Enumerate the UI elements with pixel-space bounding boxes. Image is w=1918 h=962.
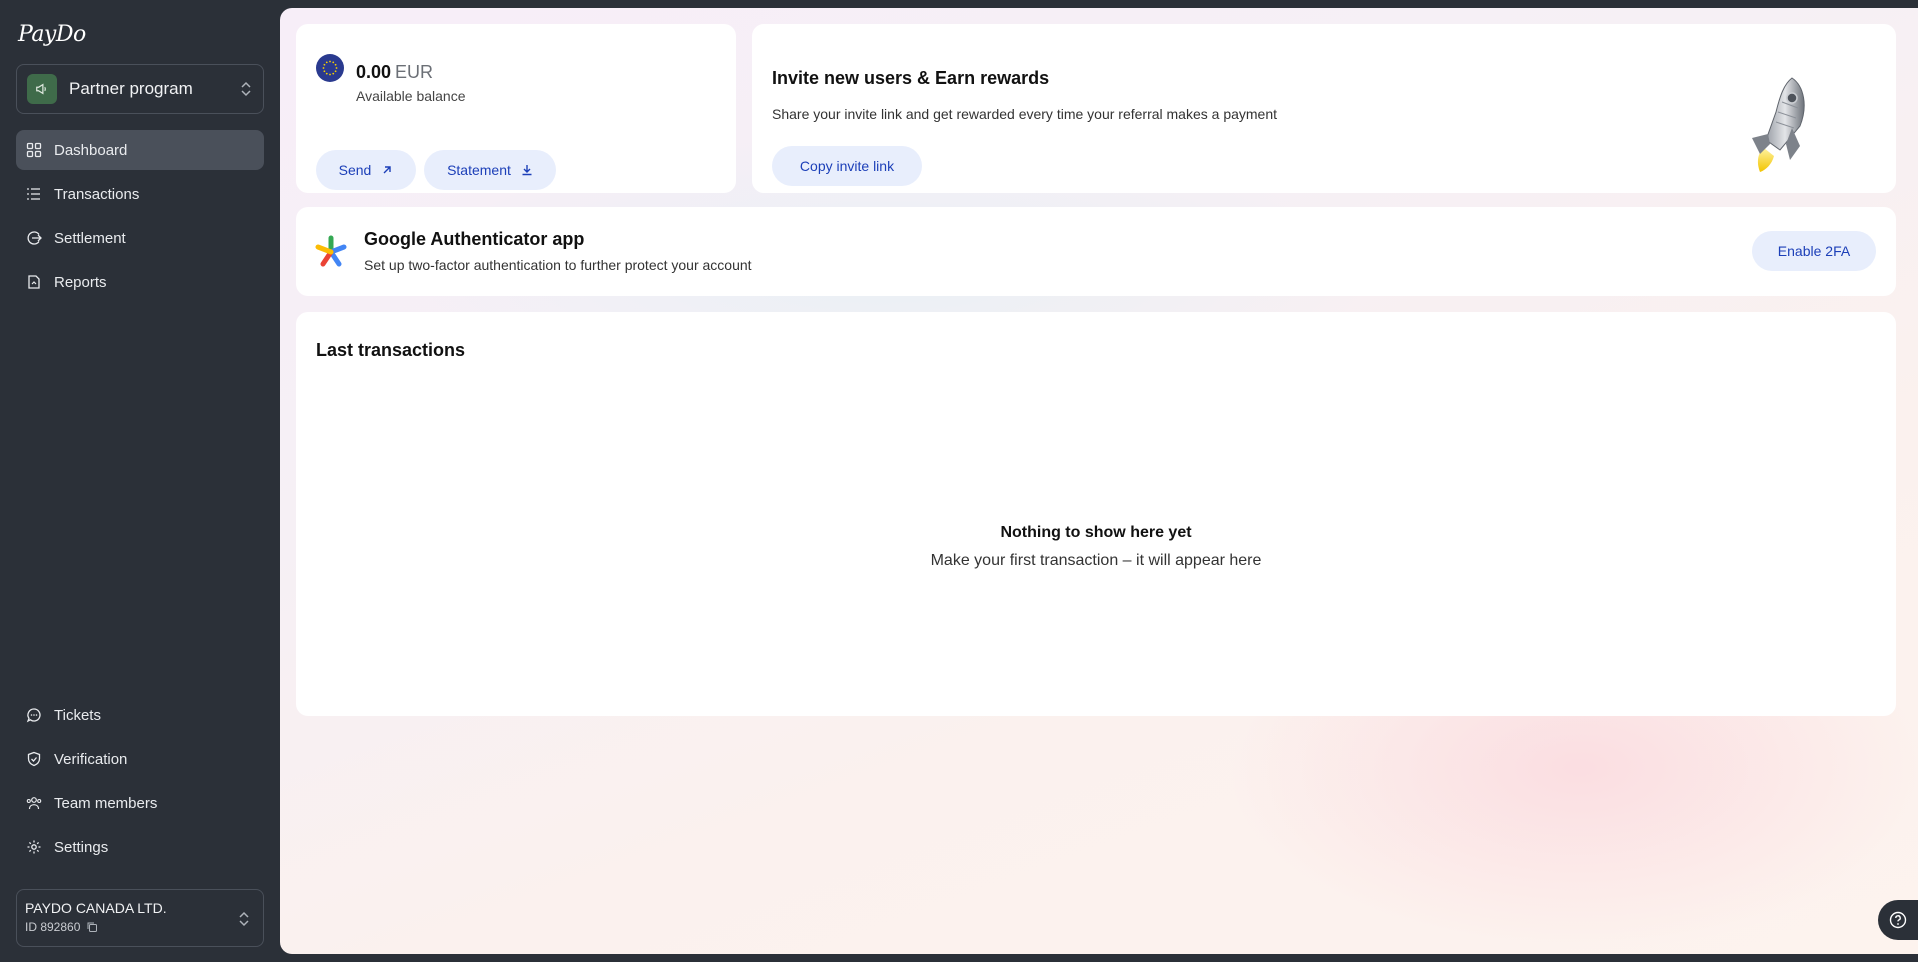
paydo-logo[interactable]: PayDo (18, 22, 86, 47)
nav-item-settlement[interactable]: Settlement (16, 218, 264, 258)
main-content: 0.00 EUR Available balance Send Statement… (280, 8, 1918, 954)
balance-card: 0.00 EUR Available balance Send Statement (296, 24, 736, 193)
partner-program-label: Partner program (69, 79, 193, 98)
nav-label: Transactions (54, 185, 140, 203)
empty-state-title: Nothing to show here yet (1000, 524, 1192, 541)
balance-amount-row: 0.00 EUR (356, 62, 433, 83)
list-icon (27, 188, 40, 200)
arrow-up-right-icon (383, 166, 392, 174)
users-icon (26, 797, 42, 810)
nav-label: Verification (54, 750, 128, 768)
sidebar: PayDo Partner program Dashboard Transact… (0, 0, 280, 962)
nav-item-team-members[interactable]: Team members (16, 783, 264, 823)
gear-icon (27, 840, 41, 854)
company-id-row: ID 892860 (25, 920, 255, 934)
nav-item-verification[interactable]: Verification (16, 739, 264, 779)
report-icon (28, 275, 40, 289)
last-transactions-card: Last transactions Nothing to show here y… (296, 312, 1896, 716)
download-icon (522, 165, 532, 176)
shield-check-icon (27, 751, 41, 767)
grid-icon (26, 142, 42, 158)
question-icon (1889, 911, 1907, 929)
chevron-updown-icon (239, 911, 249, 927)
copy-invite-link-button[interactable]: Copy invite link (772, 146, 922, 186)
statement-button-label: Statement (447, 162, 511, 178)
last-transactions-title: Last transactions (316, 340, 466, 360)
invite-card: Invite new users & Earn rewards Share yo… (752, 24, 1896, 193)
nav-label: Settings (54, 838, 109, 856)
chat-icon (26, 708, 41, 723)
enable-2fa-button[interactable]: Enable 2FA (1752, 231, 1876, 271)
nav-item-tickets[interactable]: Tickets (16, 695, 264, 735)
nav-item-settings[interactable]: Settings (16, 827, 264, 867)
statement-button[interactable]: Statement (424, 150, 556, 190)
authenticator-title: Google Authenticator app (364, 229, 585, 249)
company-switcher[interactable]: PAYDO CANADA LTD. ID 892860 (16, 889, 264, 947)
balance-amount: 0.00 (356, 62, 392, 82)
nav-item-transactions[interactable]: Transactions (16, 174, 264, 214)
partner-program-select[interactable]: Partner program (16, 64, 264, 114)
send-button-label: Send (338, 162, 372, 178)
rocket-illustration (1752, 77, 1805, 172)
megaphone-icon (27, 74, 57, 104)
empty-state-description: Make your first transaction – it will ap… (930, 552, 1262, 569)
copy-icon[interactable] (86, 921, 98, 933)
authenticator-description: Set up two-factor authentication to furt… (364, 257, 752, 273)
help-button[interactable] (1878, 900, 1918, 940)
google-authenticator-icon (315, 235, 347, 267)
nav-label: Settlement (54, 229, 126, 247)
primary-nav: Dashboard Transactions Settlement Report… (16, 130, 264, 306)
company-name: PAYDO CANADA LTD. (25, 900, 167, 916)
nav-item-reports[interactable]: Reports (16, 262, 264, 302)
invite-description: Share your invite link and get rewarded … (772, 106, 1278, 122)
nav-label: Reports (54, 273, 107, 291)
available-balance-label: Available balance (356, 88, 466, 104)
google-authenticator-card: Google Authenticator app Set up two-fact… (296, 207, 1896, 296)
nav-label: Team members (54, 794, 158, 812)
secondary-nav: Tickets Verification Team members Settin… (16, 695, 264, 871)
company-id: ID 892860 (25, 920, 81, 934)
chevron-updown-icon (241, 81, 251, 97)
send-button[interactable]: Send (316, 150, 416, 190)
balance-currency: EUR (395, 62, 434, 82)
nav-label: Dashboard (54, 141, 128, 159)
settlement-icon (27, 231, 42, 245)
eu-flag-icon (316, 54, 344, 82)
nav-label: Tickets (54, 706, 101, 724)
nav-item-dashboard[interactable]: Dashboard (16, 130, 264, 170)
invite-title: Invite new users & Earn rewards (772, 68, 1050, 88)
